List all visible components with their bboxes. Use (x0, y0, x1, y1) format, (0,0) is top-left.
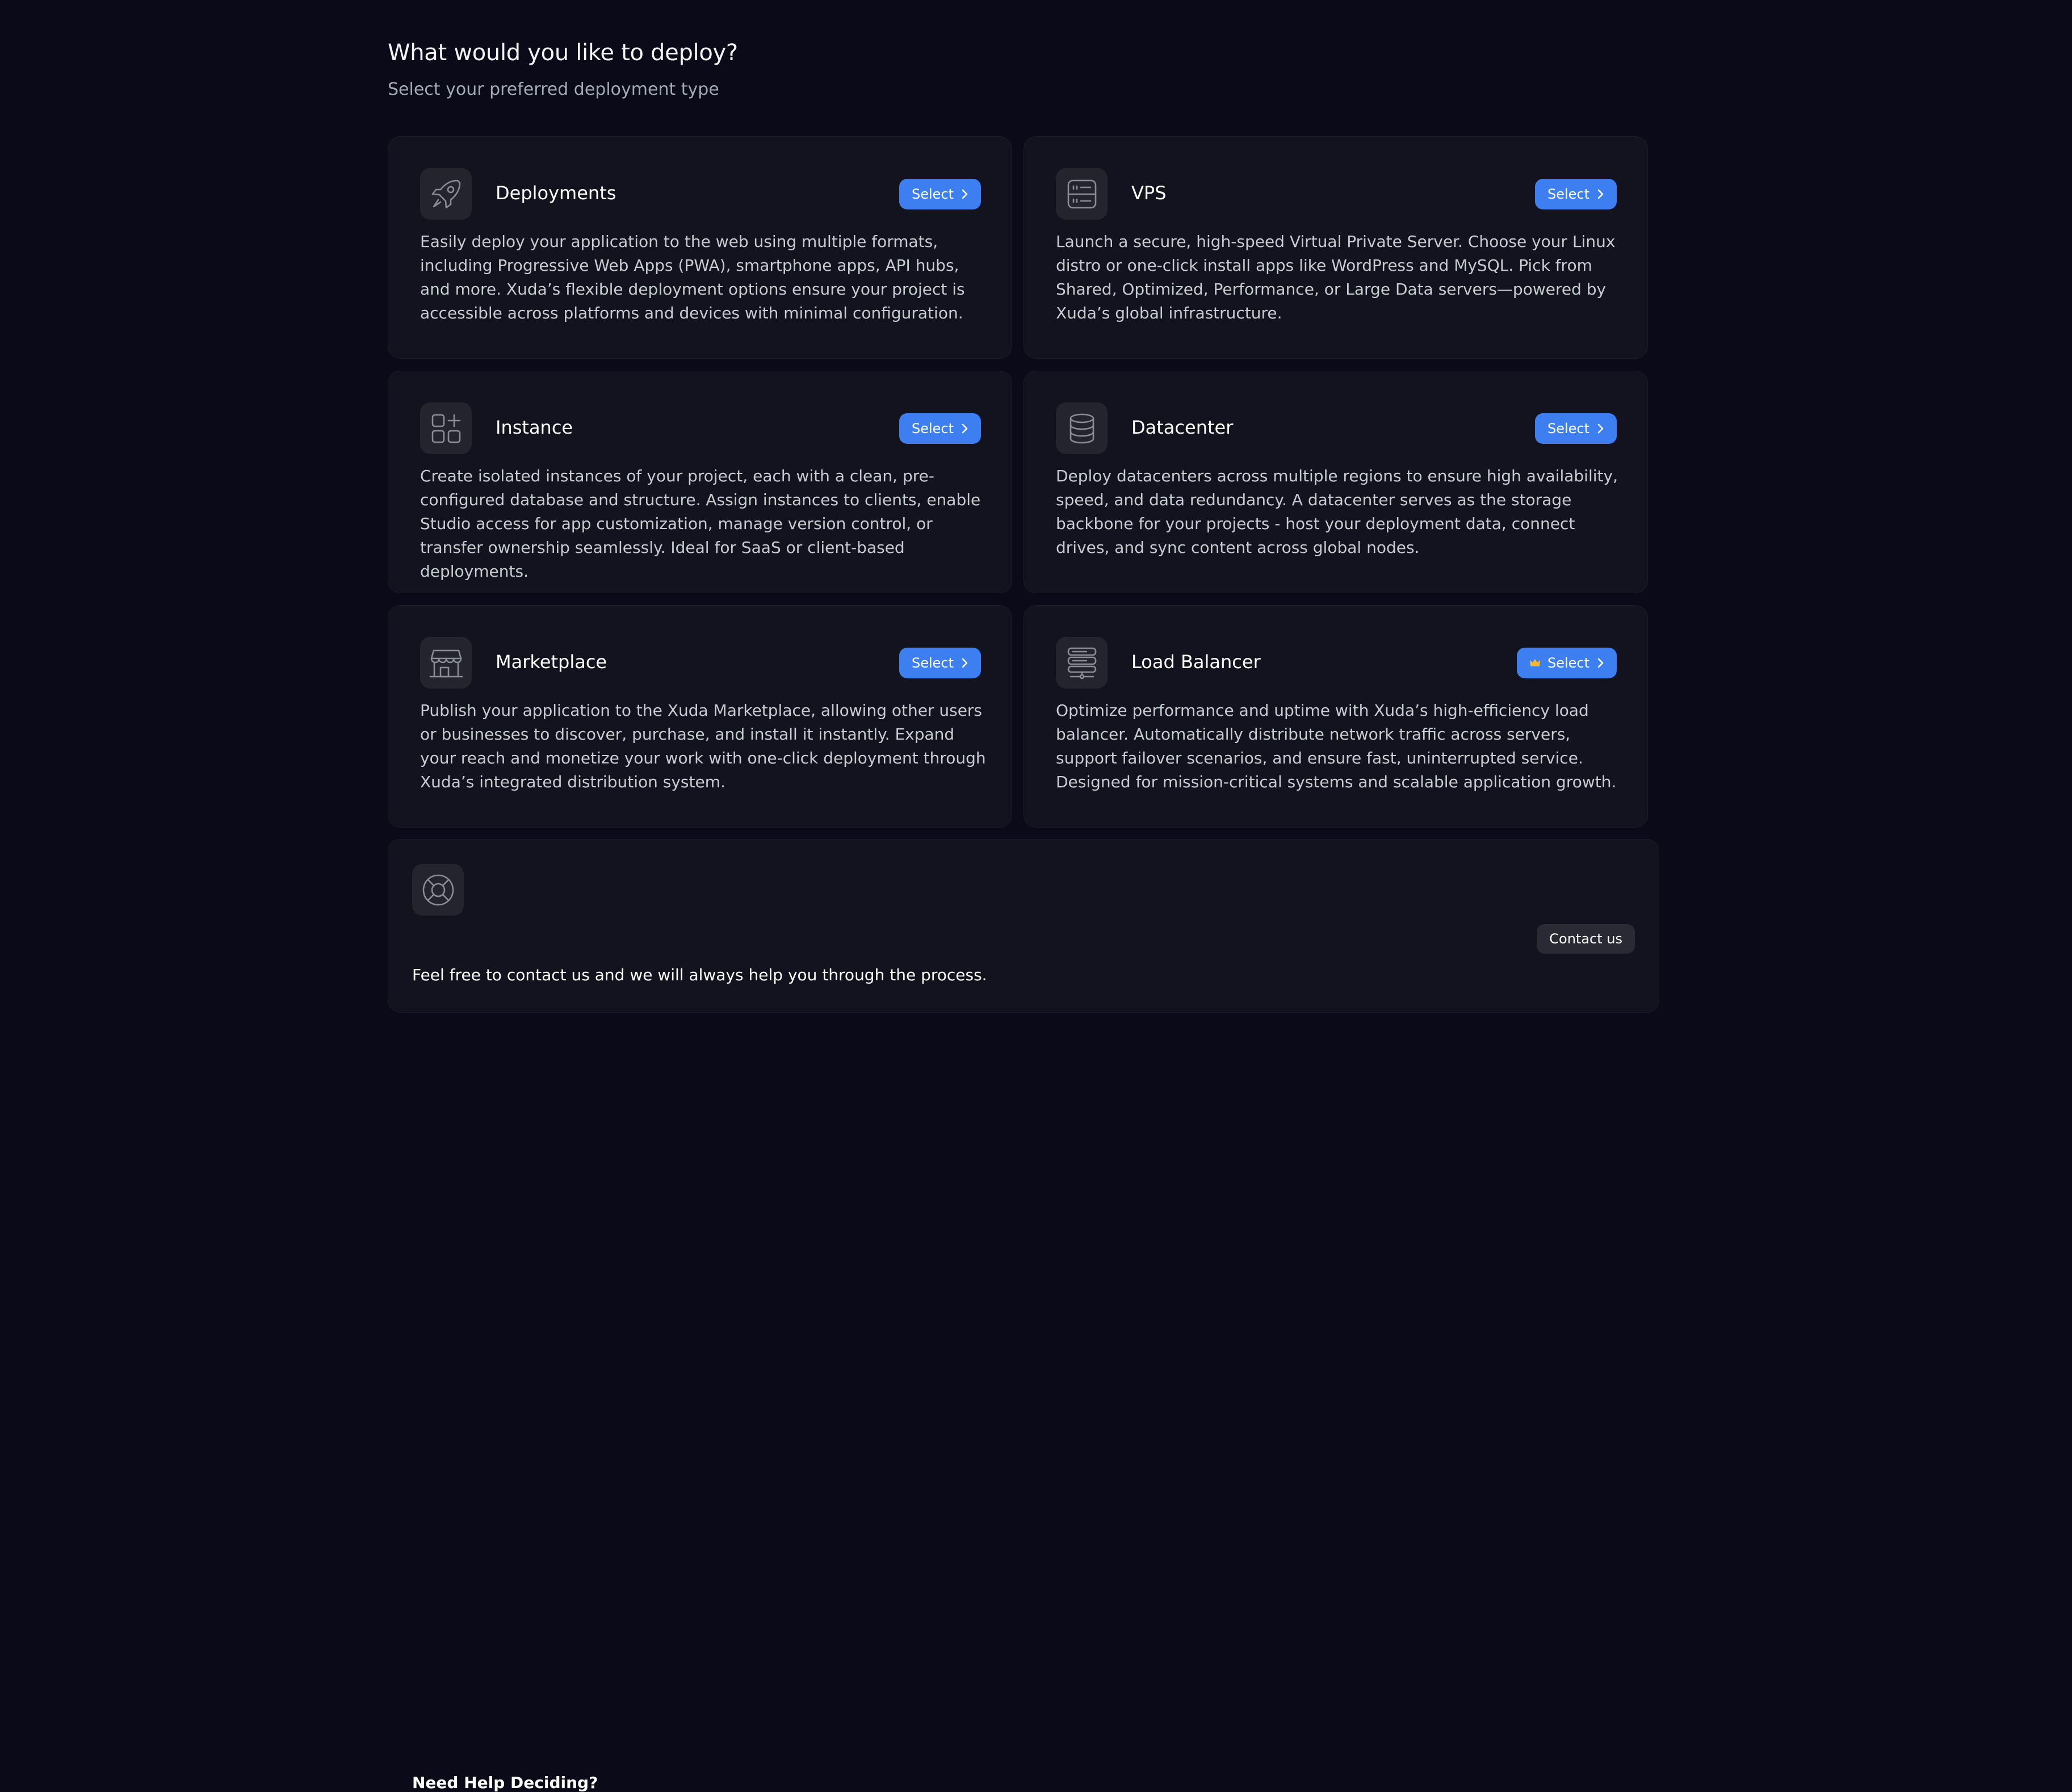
select-datacenter-button[interactable]: Select (1534, 413, 1617, 444)
chevron-right-icon (1596, 657, 1604, 669)
select-deployments-button[interactable]: Select (899, 179, 981, 209)
help-title: Need Help Deciding? (412, 1773, 598, 1792)
contact-us-button[interactable]: Contact us (1537, 924, 1635, 954)
chevron-right-icon (960, 657, 968, 669)
card-description: Create isolated instances of your projec… (420, 467, 981, 581)
server-icon (1056, 168, 1108, 220)
apps-grid-icon (420, 402, 472, 454)
page-subtitle: Select your preferred deployment type (388, 79, 719, 99)
card-deployments: Deployments Select Easily deploy your ap… (388, 136, 1012, 359)
server-stack-icon (1056, 637, 1108, 689)
button-label: Select (1547, 655, 1589, 671)
button-label: Select (1547, 186, 1589, 202)
help-panel: Need Help Deciding? Feel free to contact… (388, 839, 1659, 1792)
chevron-right-icon (1596, 423, 1604, 434)
card-title: VPS (1131, 182, 1167, 204)
card-description: Deploy datacenters across multiple regio… (1056, 467, 1618, 557)
card-load-balancer: Load Balancer Select Optimize performanc… (1024, 605, 1648, 828)
card-description: Launch a secure, high-speed Virtual Priv… (1056, 232, 1616, 322)
select-instance-button[interactable]: Select (899, 413, 981, 444)
page-title: What would you like to deploy? (388, 40, 738, 66)
button-label: Select (911, 655, 954, 671)
rocket-icon (420, 168, 472, 220)
chevron-right-icon (960, 423, 968, 434)
card-marketplace: Marketplace Select Publish your applicat… (388, 605, 1012, 828)
database-icon (1056, 402, 1108, 454)
card-instance: Instance Select Create isolated instance… (388, 371, 1012, 593)
card-description: Optimize performance and uptime with Xud… (1056, 701, 1617, 791)
help-text: Feel free to contact us and we will alwa… (412, 966, 987, 984)
button-label: Select (1547, 421, 1589, 437)
button-label: Select (911, 421, 954, 437)
chevron-right-icon (960, 188, 968, 200)
card-title: Instance (496, 417, 573, 438)
card-datacenter: Datacenter Select Deploy datacenters acr… (1024, 371, 1648, 593)
lifebuoy-icon (412, 864, 464, 916)
card-title: Datacenter (1131, 417, 1234, 438)
card-title: Marketplace (496, 651, 607, 673)
select-load-balancer-button[interactable]: Select (1516, 648, 1617, 678)
button-label: Select (911, 186, 954, 202)
card-description: Easily deploy your application to the we… (420, 232, 965, 322)
card-title: Deployments (496, 182, 616, 204)
chevron-right-icon (1596, 188, 1604, 200)
crown-icon (1529, 658, 1541, 668)
select-vps-button[interactable]: Select (1534, 179, 1617, 209)
card-title: Load Balancer (1131, 651, 1261, 673)
select-marketplace-button[interactable]: Select (899, 648, 981, 678)
card-vps: VPS Select Launch a secure, high-speed V… (1024, 136, 1648, 359)
store-icon (420, 637, 472, 689)
card-description: Publish your application to the Xuda Mar… (420, 701, 986, 791)
